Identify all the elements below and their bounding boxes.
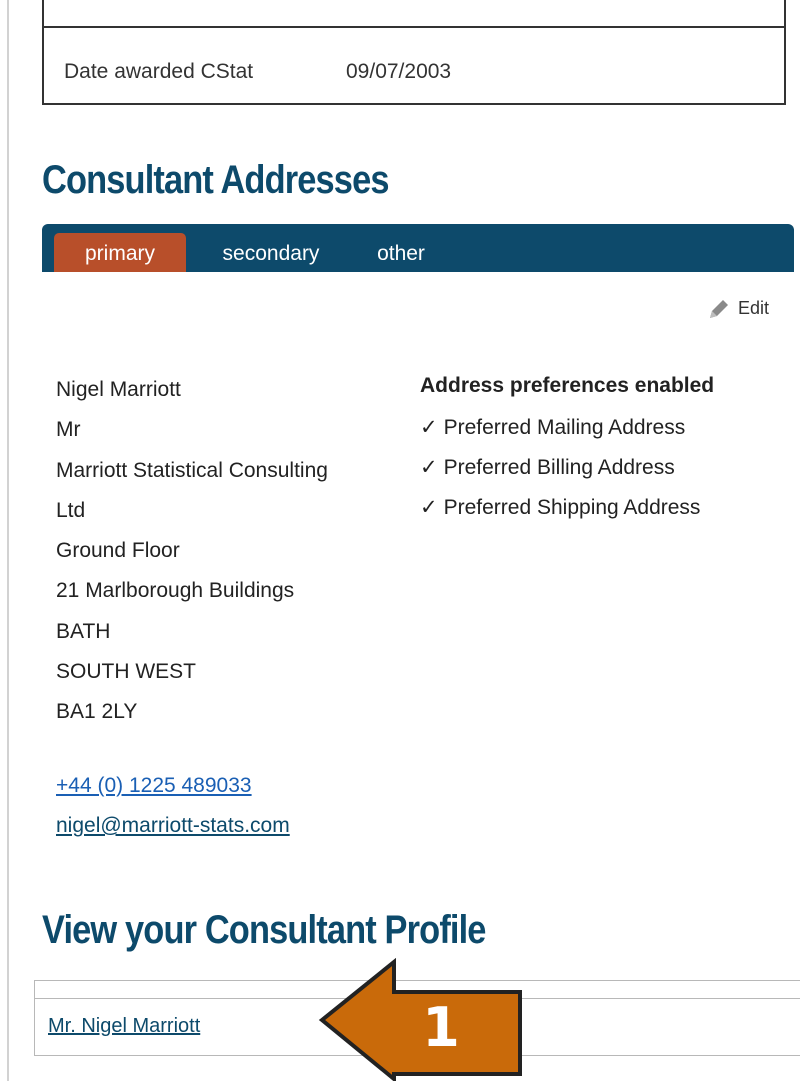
address-line: SOUTH WEST	[56, 660, 196, 684]
tab-primary[interactable]: primary	[54, 233, 186, 272]
checkmark-icon: ✓	[420, 416, 438, 439]
pencil-icon	[710, 300, 728, 318]
preference-label: Preferred Mailing Address	[443, 416, 686, 439]
edit-button[interactable]: Edit	[706, 296, 769, 322]
profile-heading: View your Consultant Profile	[42, 908, 486, 952]
checkmark-icon: ✓	[420, 496, 438, 519]
phone-link[interactable]: +44 (0) 1225 489033	[56, 774, 252, 798]
award-table: Date awarded CStat 09/07/2003	[42, 0, 786, 105]
preference-item: ✓ Preferred Shipping Address	[420, 488, 714, 528]
address-line: 21 Marlborough Buildings	[56, 579, 295, 603]
profile-link[interactable]: Mr. Nigel Marriott	[48, 1015, 200, 1038]
preference-label: Preferred Shipping Address	[443, 496, 701, 519]
award-value: 09/07/2003	[346, 60, 452, 83]
address-line: Mr	[56, 418, 81, 442]
preferences-title: Address preferences enabled	[420, 374, 715, 397]
award-row: Date awarded CStat 09/07/2003	[64, 60, 451, 84]
address-tab-bar: primary secondary other	[42, 224, 794, 272]
address-line: Nigel Marriott	[56, 378, 181, 401]
addresses-heading: Consultant Addresses	[42, 158, 389, 202]
address-block: Nigel Marriott Mr Marriott Statistical C…	[56, 370, 328, 733]
address-preferences: Address preferences enabled ✓ Preferred M…	[420, 374, 714, 528]
address-line: BA1 2LY	[56, 700, 138, 724]
preference-item: ✓ Preferred Billing Address	[420, 448, 714, 488]
table-divider	[44, 26, 784, 28]
callout-number: 1	[422, 996, 460, 1059]
tab-other[interactable]: other	[368, 233, 434, 272]
checkmark-icon: ✓	[420, 456, 438, 479]
edit-label: Edit	[738, 297, 770, 318]
address-line: Ground Floor	[56, 539, 180, 563]
preference-label: Preferred Billing Address	[443, 456, 675, 479]
award-label: Date awarded CStat	[64, 60, 254, 83]
page: Date awarded CStat 09/07/2003 Consultant …	[0, 0, 800, 1081]
tab-secondary[interactable]: secondary	[212, 233, 330, 272]
address-line: Ltd	[56, 498, 86, 522]
preference-item: ✓ Preferred Mailing Address	[420, 408, 714, 448]
address-line: Marriott Statistical Consulting	[56, 458, 328, 482]
email-link[interactable]: nigel@marriott-stats.com	[56, 814, 290, 838]
left-border-rule	[7, 0, 9, 1081]
address-line: BATH	[56, 619, 111, 643]
